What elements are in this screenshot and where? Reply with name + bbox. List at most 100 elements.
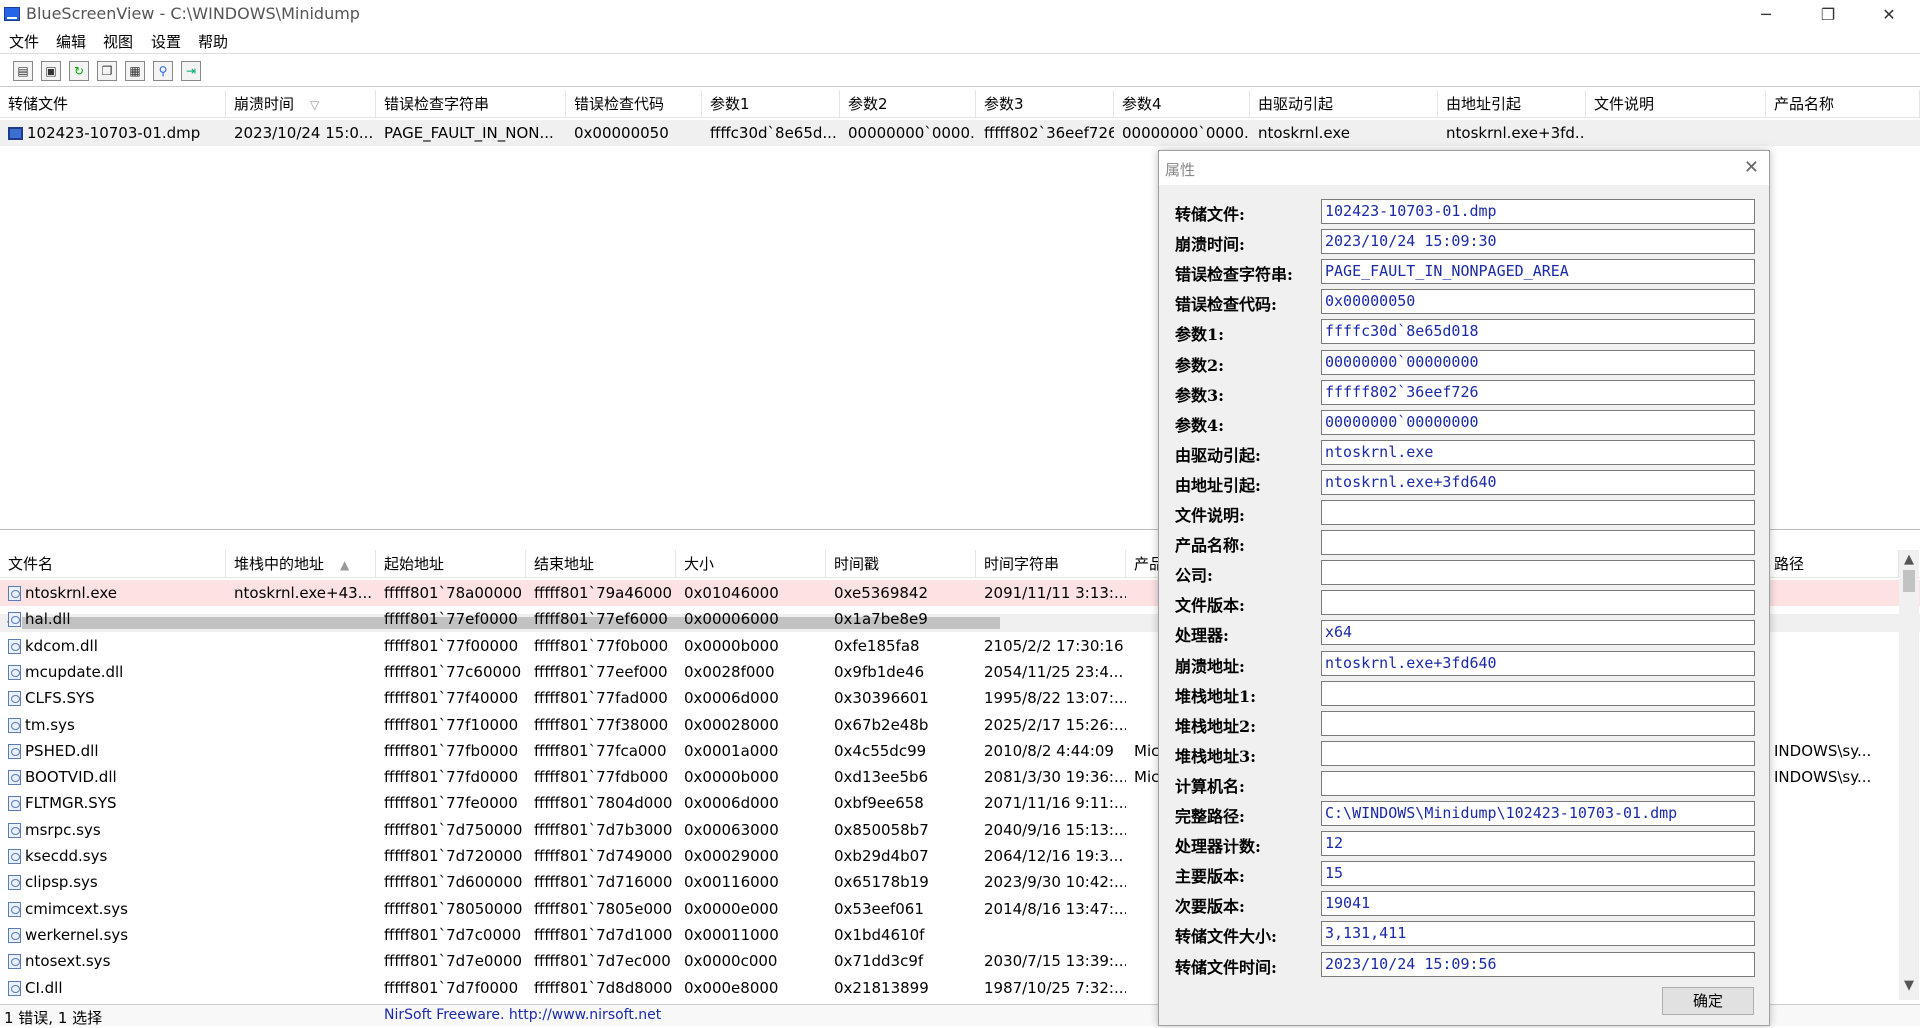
property-value[interactable]: x64 <box>1321 620 1755 646</box>
ok-button[interactable]: 确定 <box>1662 987 1754 1015</box>
property-value[interactable]: ntoskrnl.exe <box>1321 439 1755 465</box>
column-header[interactable]: 参数2 <box>840 90 976 118</box>
timestamp: 0x1a7be8e9 <box>834 610 928 629</box>
column-header[interactable]: 堆栈中的地址 ▲ <box>226 550 376 578</box>
property-value[interactable] <box>1321 770 1755 796</box>
exit-icon[interactable]: ⇥ <box>181 61 201 81</box>
column-header[interactable]: 大小 <box>676 550 826 578</box>
column-header[interactable]: 文件名 <box>0 550 226 578</box>
property-value[interactable]: 2023/10/24 15:09:30 <box>1321 229 1755 255</box>
property-value[interactable]: PAGE_FAULT_IN_NONPAGED_AREA <box>1321 259 1755 285</box>
property-value[interactable] <box>1321 500 1755 525</box>
module-file-icon <box>8 980 21 996</box>
property-value[interactable] <box>1321 530 1755 556</box>
end-address: fffff801`7d7d1000 <box>534 925 673 944</box>
column-header[interactable]: 错误检查代码 <box>566 90 702 118</box>
close-button[interactable]: ✕ <box>1866 0 1912 29</box>
end-address: fffff801`77eef000 <box>534 662 668 681</box>
property-value[interactable]: 12 <box>1321 831 1755 857</box>
end-address: fffff801`7d7b3000 <box>534 820 673 839</box>
copy-icon[interactable]: ❐ <box>97 61 117 81</box>
column-header[interactable]: 时间戳 <box>826 550 976 578</box>
minimize-button[interactable]: ─ <box>1743 0 1789 29</box>
property-value[interactable] <box>1321 740 1755 766</box>
property-value[interactable] <box>1321 680 1755 706</box>
timestamp: 0xfe185fa8 <box>834 636 920 655</box>
property-value[interactable]: 00000000`00000000 <box>1321 349 1755 375</box>
column-header[interactable]: 结束地址 <box>526 550 676 578</box>
property-value[interactable]: fffff802`36eef726 <box>1321 379 1755 405</box>
dump-row[interactable]: 102423-10703-01.dmp 2023/10/24 15:0... P… <box>0 120 1920 146</box>
scroll-up-icon[interactable]: ▲ <box>1904 552 1914 567</box>
size: 0x00028000 <box>684 715 779 734</box>
end-address: fffff801`7805e000 <box>534 899 673 918</box>
module-file-icon <box>8 691 21 707</box>
stack-address <box>226 948 376 974</box>
end-address: fffff801`77fad000 <box>534 689 668 708</box>
time-string: 2054/11/25 23:4... <box>984 662 1124 681</box>
column-header[interactable]: 转储文件 <box>0 90 226 118</box>
property-value[interactable]: 00000000`00000000 <box>1321 409 1755 435</box>
property-label: 参数4: <box>1175 415 1225 435</box>
properties-icon[interactable]: ▤ <box>13 61 33 81</box>
refresh-icon[interactable]: ↻ <box>69 61 89 81</box>
menu-help[interactable]: 帮助 <box>198 31 228 52</box>
column-header[interactable]: 产品名称 <box>1766 90 1920 118</box>
find-icon[interactable]: ⚲ <box>153 61 173 81</box>
module-file-name: ntoskrnl.exe <box>25 584 118 602</box>
menu-view[interactable]: 视图 <box>103 31 133 52</box>
property-value[interactable]: 3,131,411 <box>1321 921 1755 947</box>
column-header[interactable]: 路径 <box>1766 550 1899 578</box>
menu-settings[interactable]: 设置 <box>151 31 181 52</box>
start-address: fffff801`7d720000 <box>384 847 523 865</box>
property-label: 错误检查字符串: <box>1175 265 1293 285</box>
time-string: 1995/8/22 13:07:... <box>984 689 1126 708</box>
menu-file[interactable]: 文件 <box>9 31 39 52</box>
column-header[interactable]: 崩溃时间 ▽ <box>226 90 376 118</box>
scroll-down-icon[interactable]: ▼ <box>1904 978 1914 993</box>
size: 0x0000c000 <box>684 952 778 971</box>
save-icon[interactable]: ▣ <box>41 61 61 81</box>
column-header[interactable]: 参数3 <box>976 90 1114 118</box>
timestamp: 0x30396601 <box>834 689 929 708</box>
property-value[interactable]: 2023/10/24 15:09:56 <box>1321 951 1755 977</box>
property-label: 次要版本: <box>1175 897 1245 917</box>
property-label: 产品名称: <box>1175 536 1245 556</box>
property-value[interactable]: ffffc30d`8e65d018 <box>1321 319 1755 345</box>
property-value[interactable]: 15 <box>1321 861 1755 887</box>
column-header[interactable]: 由驱动引起 <box>1250 90 1438 118</box>
close-icon[interactable]: ✕ <box>1744 157 1759 178</box>
property-label: 参数2: <box>1175 355 1225 375</box>
column-header[interactable]: 参数4 <box>1114 90 1250 118</box>
stack-address <box>226 975 376 1001</box>
property-value[interactable]: ntoskrnl.exe+3fd640 <box>1321 650 1755 676</box>
property-value[interactable] <box>1321 710 1755 736</box>
column-header[interactable]: 起始地址 <box>376 550 526 578</box>
scroll-thumb[interactable] <box>1903 570 1915 592</box>
size: 0x0028f000 <box>684 662 775 681</box>
vertical-scrollbar[interactable]: ▲ ▼ <box>1899 550 1919 1000</box>
column-header[interactable]: 参数1 <box>702 90 840 118</box>
column-header[interactable]: 文件说明 <box>1586 90 1766 118</box>
parameter-1: ffffc30d`8e65d... <box>710 124 837 142</box>
stack-address <box>226 869 376 895</box>
nirsoft-link[interactable]: NirSoft Freeware. http://www.nirsoft.net <box>384 1007 661 1023</box>
title-bar: BlueScreenView - C:\WINDOWS\Minidump ─ ❐… <box>0 0 1920 29</box>
stack-address <box>226 896 376 922</box>
column-header[interactable]: 时间字符串 <box>976 550 1126 578</box>
property-value[interactable]: 0x00000050 <box>1321 289 1755 315</box>
end-address: fffff801`77fca000 <box>534 741 667 760</box>
column-header[interactable]: 由地址引起 <box>1438 90 1586 118</box>
restore-button[interactable]: ❐ <box>1805 0 1851 29</box>
column-header[interactable]: 错误检查字符串 <box>376 90 566 118</box>
end-address: fffff801`77fdb000 <box>534 768 669 787</box>
property-value[interactable] <box>1321 590 1755 616</box>
menu-edit[interactable]: 编辑 <box>56 31 86 52</box>
property-value[interactable]: C:\WINDOWS\Minidump\102423-10703-01.dmp <box>1321 801 1755 826</box>
property-value[interactable]: ntoskrnl.exe+3fd640 <box>1321 469 1755 495</box>
property-value[interactable] <box>1321 560 1755 586</box>
options-icon[interactable]: ▦ <box>125 61 145 81</box>
size: 0x01046000 <box>684 584 779 602</box>
property-value[interactable]: 102423-10703-01.dmp <box>1321 199 1755 224</box>
property-value[interactable]: 19041 <box>1321 891 1755 917</box>
